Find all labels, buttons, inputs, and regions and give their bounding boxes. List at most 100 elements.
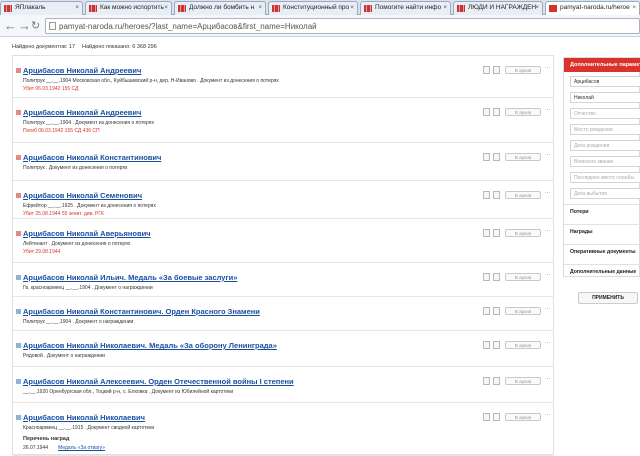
close-tab-icon[interactable]: ×: [443, 4, 447, 11]
result-title-link[interactable]: Арцибасов Николай Семенович: [23, 191, 142, 200]
browser-tab-4[interactable]: Конституционный про ×: [268, 1, 358, 15]
in-archive-button[interactable]: В архив: [505, 307, 541, 315]
result-title-link[interactable]: Арцибасов Николай Аверьянович: [23, 229, 151, 238]
result-title-link[interactable]: Арцибасов Николай Константинович. Орден …: [23, 307, 260, 316]
document-icon[interactable]: [483, 273, 490, 281]
more-options-icon[interactable]: …: [544, 63, 551, 70]
browser-tab-2[interactable]: Как можно испортить ×: [85, 1, 172, 15]
favicon-icon: [549, 5, 557, 12]
result-bullet-icon: [16, 155, 21, 160]
close-tab-icon[interactable]: ×: [632, 4, 636, 11]
result-title-link[interactable]: Арцибасов Николай Николаевич. Медаль «За…: [23, 341, 277, 350]
image-icon[interactable]: [493, 191, 500, 199]
filter-section-4[interactable]: Дополнительные данные: [564, 264, 640, 279]
result-title-link[interactable]: Арцибасов Николай Андреевич: [23, 108, 141, 117]
browser-tab-bar: ЯПлакаль × Как можно испортить × Должно ли б…: [0, 0, 640, 16]
image-icon[interactable]: [493, 229, 500, 237]
in-archive-button[interactable]: В архив: [505, 191, 541, 199]
document-icon[interactable]: [483, 229, 490, 237]
additional-params-header[interactable]: Дополнительные параметры: [564, 58, 640, 72]
image-icon[interactable]: [493, 153, 500, 161]
tab-label: ЛЮДИ И НАГРАЖДЕН: [468, 4, 537, 11]
result-title-link[interactable]: Арцибасов Николай Алексеевич. Орден Отеч…: [23, 377, 294, 386]
result-row: Арцибасов Николай Константинович Политрук…: [13, 143, 553, 181]
image-icon[interactable]: [493, 66, 500, 74]
filter-field-2[interactable]: Николай: [570, 92, 640, 103]
close-tab-icon[interactable]: ×: [75, 4, 79, 11]
document-icon[interactable]: [483, 377, 490, 385]
browser-tab-7[interactable]: pamyat-naroda.ru/heroe ×: [545, 1, 640, 16]
document-icon[interactable]: [483, 307, 490, 315]
back-button[interactable]: ←: [4, 19, 17, 32]
in-archive-button[interactable]: В архив: [505, 273, 541, 281]
result-title-link[interactable]: Арцибасов Николай Николаевич: [23, 413, 145, 422]
more-options-icon[interactable]: …: [544, 270, 551, 277]
browser-tab-1[interactable]: ЯПлакаль ×: [0, 1, 83, 15]
favicon-icon: [4, 5, 12, 12]
result-description: __.__.1920 Оренбургская обл., Тоцкий р-н…: [23, 389, 234, 395]
filter-section-2[interactable]: Награды: [564, 224, 640, 239]
in-archive-button[interactable]: В архив: [505, 229, 541, 237]
filter-field-8[interactable]: Дата выбытия: [570, 188, 640, 199]
filter-section-1[interactable]: Потери: [564, 204, 640, 219]
image-icon[interactable]: [493, 307, 500, 315]
in-archive-button[interactable]: В архив: [505, 153, 541, 161]
tab-label: Помогите найти инфо: [375, 4, 442, 11]
browser-tab-3[interactable]: Должно ли бомбить н ×: [174, 1, 266, 15]
filter-field-3[interactable]: Отчество: [570, 108, 640, 119]
result-title-link[interactable]: Арцибасов Николай Ильич. Медаль «За боев…: [23, 273, 237, 282]
close-tab-icon[interactable]: ×: [164, 4, 168, 11]
document-icon[interactable]: [483, 413, 490, 421]
close-tab-icon[interactable]: ×: [350, 4, 354, 11]
filter-field-6[interactable]: Воинское звание: [570, 156, 640, 167]
document-icon[interactable]: [483, 153, 490, 161]
more-options-icon[interactable]: …: [544, 226, 551, 233]
browser-tab-5[interactable]: Помогите найти инфо ×: [360, 1, 451, 15]
more-options-icon[interactable]: …: [544, 338, 551, 345]
in-archive-button[interactable]: В архив: [505, 413, 541, 421]
in-archive-button[interactable]: В архив: [505, 377, 541, 385]
shown-count: Найдено показано: 6 368 296: [82, 44, 157, 50]
address-bar[interactable]: pamyat-naroda.ru/heroes/?last_name=Арциб…: [45, 18, 640, 34]
image-icon[interactable]: [493, 108, 500, 116]
reload-button[interactable]: ↻: [31, 20, 40, 33]
result-description: Ефрейтор __.__.1925 . Документ из донесе…: [23, 203, 156, 209]
result-row: Арцибасов Николай Андреевич Политрук __._…: [13, 56, 553, 98]
filter-field-4[interactable]: Место рождения: [570, 124, 640, 135]
more-options-icon[interactable]: …: [544, 150, 551, 157]
result-bullet-icon: [16, 193, 21, 198]
in-archive-button[interactable]: В архив: [505, 66, 541, 74]
more-options-icon[interactable]: …: [544, 105, 551, 112]
award-link[interactable]: Медаль «За отвагу»: [58, 445, 105, 451]
more-options-icon[interactable]: …: [544, 374, 551, 381]
image-icon[interactable]: [493, 413, 500, 421]
document-icon[interactable]: [483, 191, 490, 199]
result-description: Политрук . Документ из донесения о потер…: [23, 165, 128, 171]
filter-section-3[interactable]: Оперативные документы: [564, 244, 640, 259]
forward-button[interactable]: →: [18, 19, 31, 32]
result-row: Арцибасов Николай Константинович. Орден …: [13, 297, 553, 331]
image-icon[interactable]: [493, 273, 500, 281]
apply-button[interactable]: ПРИМЕНИТЬ: [578, 292, 638, 304]
more-options-icon[interactable]: …: [544, 188, 551, 195]
in-archive-button[interactable]: В архив: [505, 341, 541, 349]
filter-field-5[interactable]: Дата рождения: [570, 140, 640, 151]
document-icon[interactable]: [483, 66, 490, 74]
filter-field-7[interactable]: Последнее место службы: [570, 172, 640, 183]
more-options-icon[interactable]: …: [544, 410, 551, 417]
more-options-icon[interactable]: …: [544, 304, 551, 311]
result-actions: В архив…: [483, 270, 551, 282]
image-icon[interactable]: [493, 377, 500, 385]
close-tab-icon[interactable]: ×: [535, 4, 539, 11]
favicon-icon: [272, 5, 280, 12]
document-icon[interactable]: [483, 108, 490, 116]
close-tab-icon[interactable]: ×: [258, 4, 262, 11]
document-icon[interactable]: [483, 341, 490, 349]
image-icon[interactable]: [493, 341, 500, 349]
award-entry: 26.07.1944 Медаль «За отвагу»: [23, 445, 105, 451]
result-title-link[interactable]: Арцибасов Николай Константинович: [23, 153, 161, 162]
browser-tab-6[interactable]: ЛЮДИ И НАГРАЖДЕН ×: [453, 1, 543, 15]
in-archive-button[interactable]: В архив: [505, 108, 541, 116]
filter-field-1[interactable]: Арцибасов: [570, 76, 640, 87]
result-title-link[interactable]: Арцибасов Николай Андреевич: [23, 66, 141, 75]
